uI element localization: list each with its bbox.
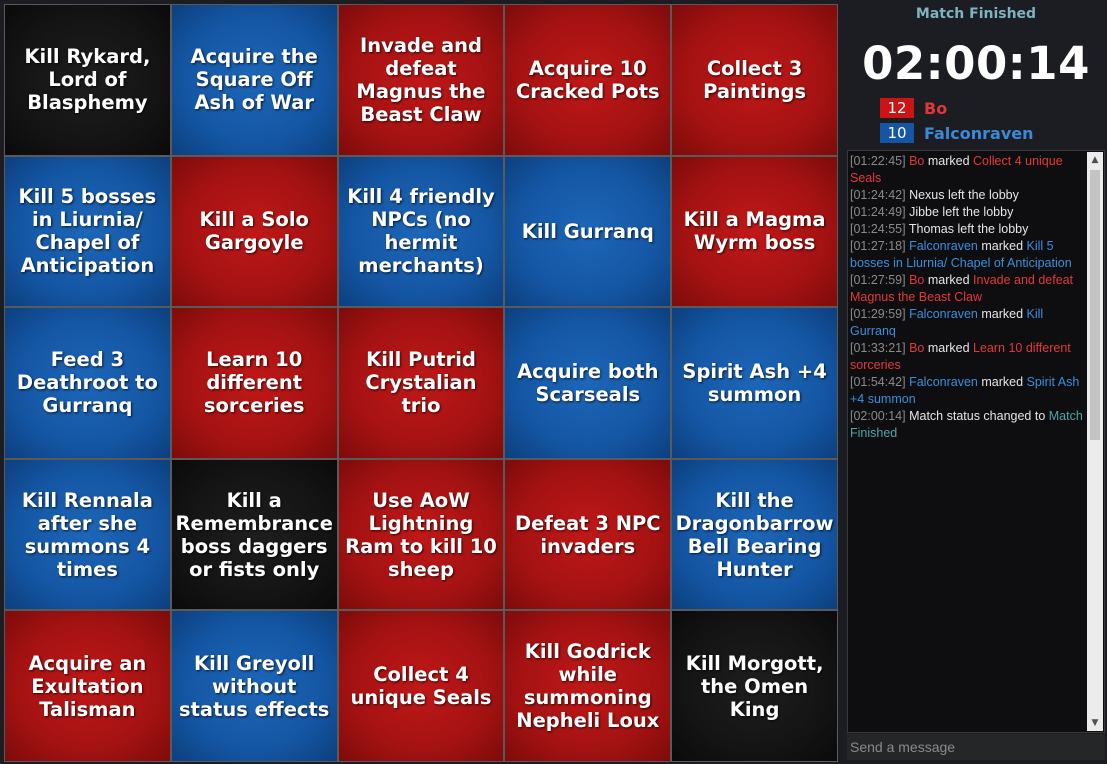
bingo-cell[interactable]: Kill 4 friendly NPCs (no hermit merchant… <box>338 156 504 307</box>
chat-line: [01:22:45] Bo marked Collect 4 unique Se… <box>850 153 1086 187</box>
message-input[interactable] <box>847 734 1105 760</box>
chat-segment: marked <box>977 375 1027 389</box>
bingo-cell[interactable]: Acquire both Scarseals <box>505 308 671 458</box>
bingo-cell[interactable]: Kill a Remembrance boss daggers or fists… <box>171 459 337 610</box>
bingo-cell[interactable]: Learn 10 different sorceries <box>171 308 337 458</box>
bingo-cell[interactable]: Kill Morgott, the Omen King <box>672 611 837 761</box>
bingo-cell[interactable]: Kill a Magma Wyrm boss <box>672 156 837 307</box>
chat-line: [01:29:59] Falconraven marked Kill Gurra… <box>850 306 1086 340</box>
chat-segment: marked <box>924 341 974 355</box>
bingo-cell[interactable]: Kill Greyoll without status effects <box>171 611 337 761</box>
chat-segment: [02:00:14] <box>850 409 910 423</box>
player-row-bo: 12 Bo <box>880 98 947 118</box>
chat-line: [01:33:21] Bo marked Learn 10 different … <box>850 340 1086 374</box>
chat-segment: Bo <box>909 154 925 168</box>
chat-segment: marked <box>924 154 974 168</box>
bingo-board: Kill Rykard, Lord of Blasphemy Acquire th… <box>4 4 838 762</box>
chat-segment: [01:54:42] <box>850 375 910 389</box>
chat-scrollbar[interactable]: ▲ ▼ <box>1087 152 1103 731</box>
bingo-cell[interactable]: Kill Putrid Crystalian trio <box>338 308 504 458</box>
bingo-cell[interactable]: Feed 3 Deathroot to Gurranq <box>5 308 170 458</box>
bingo-cell[interactable]: Kill a Solo Gargoyle <box>171 156 337 307</box>
chat-line: [01:24:42] Nexus left the lobby <box>850 187 1086 204</box>
chat-segment: [01:27:18] <box>850 239 910 253</box>
chat-line: [01:27:18] Falconraven marked Kill 5 bos… <box>850 238 1086 272</box>
match-timer: 02:00:14 <box>862 37 1090 90</box>
chat-segment: [01:24:49] <box>850 205 910 219</box>
scroll-down-arrow-icon[interactable]: ▼ <box>1087 715 1103 731</box>
chat-segment: Falconraven <box>909 375 978 389</box>
chat-segment: Falconraven <box>909 307 978 321</box>
bingo-cell[interactable]: Use AoW Lightning Ram to kill 10 sheep <box>338 459 504 610</box>
chat-line: [02:00:14] Match status changed to Match… <box>850 408 1086 442</box>
chat-segment: Nexus left the lobby <box>909 188 1019 202</box>
scroll-up-arrow-icon[interactable]: ▲ <box>1087 152 1103 168</box>
match-status: Match Finished <box>915 6 1037 22</box>
player-row-falconraven: 10 Falconraven <box>880 123 1034 143</box>
chat-line: [01:24:49] Jibbe left the lobby <box>850 204 1086 221</box>
sidebar: Match Finished 02:00:14 12 Bo 10 Falconr… <box>845 0 1107 764</box>
chat-segment: [01:24:55] <box>850 222 909 236</box>
bingo-cell[interactable]: Acquire 10 Cracked Pots <box>505 5 671 155</box>
chat-segment: Bo <box>909 341 925 355</box>
bingo-cell[interactable]: Kill Godrick while summoning Nepheli Lou… <box>505 611 671 761</box>
chat-segment: marked <box>977 239 1027 253</box>
chat-segment: Thomas left the lobby <box>908 222 1029 236</box>
chat-segment: [01:33:21] <box>850 341 910 355</box>
chat-lines: [01:22:45] Bo marked Collect 4 unique Se… <box>850 153 1086 442</box>
bingo-cell[interactable]: Kill Rennala after she summons 4 times <box>5 459 170 610</box>
bingo-cell[interactable]: Kill Rykard, Lord of Blasphemy <box>5 5 170 155</box>
chat-segment: [01:24:42] <box>850 188 910 202</box>
chat-line: [01:54:42] Falconraven marked Spirit Ash… <box>850 374 1086 408</box>
chat-segment: [01:27:59] <box>850 273 910 287</box>
player-name-bo: Bo <box>924 98 948 118</box>
bingo-cell[interactable]: Defeat 3 NPC invaders <box>505 459 671 610</box>
chat-segment: Falconraven <box>909 239 978 253</box>
bingo-cell[interactable]: Invade and defeat Magnus the Beast Claw <box>338 5 504 155</box>
bingo-cell[interactable]: Kill 5 bosses in Liurnia/ Chapel of Anti… <box>5 156 170 307</box>
chat-line: [01:27:59] Bo marked Invade and defeat M… <box>850 272 1086 306</box>
chat-segment: marked <box>924 273 974 287</box>
chat-segment: [01:29:59] <box>850 307 910 321</box>
bingo-cell[interactable]: Acquire the Square Off Ash of War <box>171 5 337 155</box>
chat-segment: Bo <box>909 273 925 287</box>
chat-segment: [01:22:45] <box>850 154 910 168</box>
bingo-cell[interactable]: Kill the Dragonbarrow Bell Bearing Hunte… <box>672 459 837 610</box>
chat-line: [01:24:55] Thomas left the lobby <box>850 221 1086 238</box>
chat-log[interactable]: [01:22:45] Bo marked Collect 4 unique Se… <box>847 150 1105 733</box>
scroll-thumb[interactable] <box>1090 170 1100 440</box>
player-name-falconraven: Falconraven <box>924 123 1034 143</box>
score-badge-bo: 12 <box>880 98 914 118</box>
score-badge-falconraven: 10 <box>880 123 914 143</box>
bingo-cell[interactable]: Spirit Ash +4 summon <box>672 308 837 458</box>
chat-segment: Jibbe left the lobby <box>909 205 1014 219</box>
bingo-cell[interactable]: Acquire an Exultation Talisman <box>5 611 170 761</box>
bingo-cell[interactable]: Collect 3 Paintings <box>672 5 837 155</box>
chat-segment: marked <box>977 307 1027 321</box>
bingo-cell[interactable]: Collect 4 unique Seals <box>338 611 504 761</box>
chat-segment: Match status changed to <box>909 409 1049 423</box>
bingo-cell[interactable]: Kill Gurranq <box>505 156 671 307</box>
